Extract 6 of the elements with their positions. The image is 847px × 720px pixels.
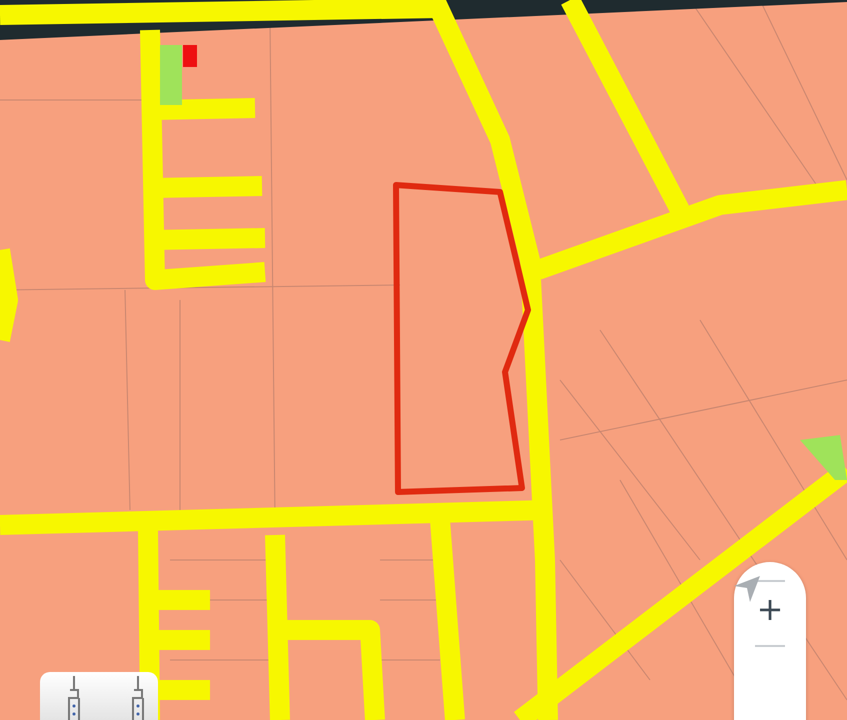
zoom-in-button[interactable]: + — [748, 592, 792, 628]
map-type-button[interactable] — [40, 672, 158, 720]
compass-icon[interactable] — [734, 576, 760, 602]
plot-marker — [183, 45, 197, 67]
park-area — [800, 435, 847, 480]
park-area — [160, 45, 182, 105]
